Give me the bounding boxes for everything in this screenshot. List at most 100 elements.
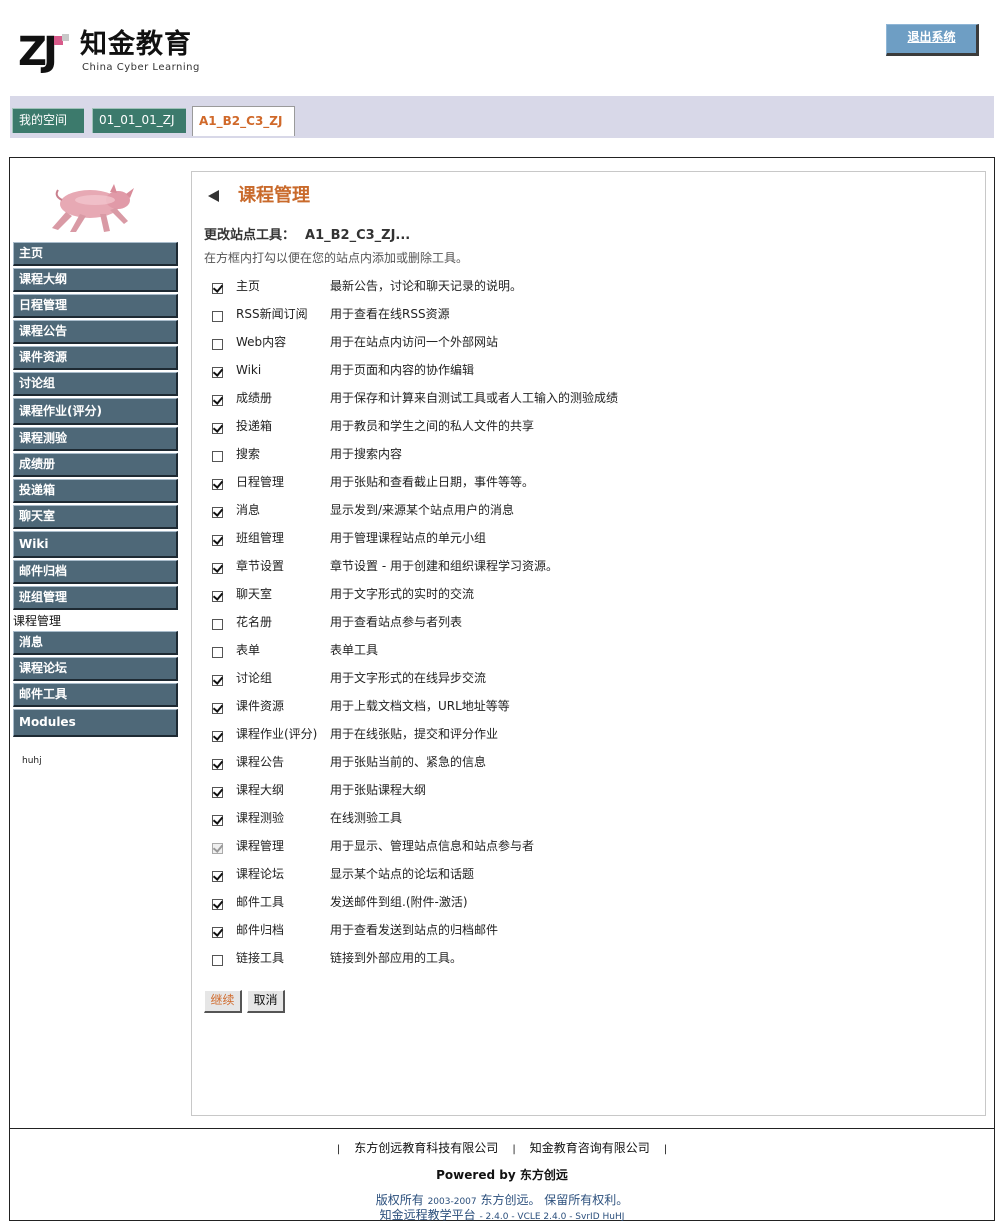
sidebar-item-resources[interactable]: 课件资源 [13, 346, 178, 370]
tool-name: 课件资源 [236, 699, 285, 713]
sidebar-item-groups[interactable]: 班组管理 [13, 586, 178, 610]
sidebar-item-discussion[interactable]: 讨论组 [13, 372, 178, 396]
site-name: A1_B2_C3_ZJ... [305, 228, 411, 243]
tool-checkbox[interactable] [212, 283, 223, 294]
tool-checkbox[interactable] [212, 535, 223, 546]
tool-name: 课程作业(评分) [236, 727, 318, 741]
tool-checkbox[interactable] [212, 815, 223, 826]
sidebar-item-assignments[interactable]: 课程作业(评分) [13, 398, 178, 425]
tool-checkbox[interactable] [212, 339, 223, 350]
sidebar-item-messages[interactable]: 消息 [13, 631, 178, 655]
tool-checkbox[interactable] [212, 899, 223, 910]
tool-row: Wiki 用于页面和内容的协作编辑 [204, 360, 964, 380]
tool-row: 主页 最新公告，讨论和聊天记录的说明。 [204, 276, 964, 296]
tool-row: 课程测验 在线测验工具 [204, 808, 964, 828]
tab-site-01-01-01-zj[interactable]: 01_01_01_ZJ [92, 108, 186, 133]
tool-checkbox[interactable] [212, 675, 223, 686]
tool-checkbox[interactable] [212, 955, 223, 966]
tool-checkbox[interactable] [212, 395, 223, 406]
tool-description: 章节设置 - 用于创建和组织课程学习资源。 [330, 559, 558, 573]
tool-description: 用于保存和计算来自测试工具或者人工输入的测验成绩 [330, 391, 619, 405]
sidebar-item-tests[interactable]: 课程测验 [13, 427, 178, 451]
tool-description: 用于管理课程站点的单元小组 [330, 531, 487, 545]
powered-by: Powered by 东方创远 [10, 1167, 994, 1183]
tool-checkbox[interactable] [212, 423, 223, 434]
tool-row: 花名册 用于查看站点参与者列表 [204, 612, 964, 632]
tool-name: 班组管理 [236, 531, 285, 545]
tab-my-workspace[interactable]: 我的空间 [12, 108, 84, 133]
content-panel: 课程管理 更改站点工具： A1_B2_C3_ZJ... 在方框内打勾以便在您的站点… [191, 171, 986, 1116]
tool-row: 聊天室 用于文字形式的实时的交流 [204, 584, 964, 604]
version-string: - 2.4.0 - VCLE 2.4.0 - SvrID HuHJ [479, 1212, 625, 1222]
logout-label: 退出系统 [907, 30, 956, 44]
footer-link-company1[interactable]: 东方创远教育科技有限公司 [354, 1141, 498, 1155]
logo-chinese-name: 知金教育 [80, 29, 192, 60]
site-tabs-bar: 我的空间 01_01_01_ZJ A1_B2_C3_ZJ [10, 96, 994, 138]
cancel-button[interactable]: 取消 [247, 990, 285, 1013]
tool-description: 最新公告，讨论和聊天记录的说明。 [330, 279, 523, 293]
tool-checkbox[interactable] [212, 451, 223, 462]
sidebar-item-modules[interactable]: Modules [13, 709, 178, 737]
tool-checkbox[interactable] [212, 647, 223, 658]
sidebar-item-mail-tool[interactable]: 邮件工具 [13, 683, 178, 707]
tool-description: 显示某个站点的论坛和话题 [330, 867, 475, 881]
copyright-prefix: 版权所有 [375, 1193, 424, 1207]
tool-checkbox[interactable] [212, 871, 223, 882]
site-pig-image [40, 176, 138, 234]
tool-checkbox[interactable] [212, 479, 223, 490]
tool-checkbox[interactable] [212, 787, 223, 798]
tool-name: 消息 [236, 503, 261, 517]
tool-row: 讨论组 用于文字形式的在线异步交流 [204, 668, 964, 688]
current-user: huhj [22, 756, 42, 766]
sidebar-item-forums[interactable]: 课程论坛 [13, 657, 178, 681]
tool-row: 表单 表单工具 [204, 640, 964, 660]
tool-name: 课程论坛 [236, 867, 285, 881]
tool-checkbox[interactable] [212, 927, 223, 938]
site-logo: ZJ 知金教育 China Cyber Learning [16, 28, 208, 76]
tool-checkbox[interactable] [212, 507, 223, 518]
tool-description: 用于查看在线RSS资源 [330, 307, 450, 321]
tool-description: 在线测验工具 [330, 811, 403, 825]
tool-checkbox[interactable] [212, 731, 223, 742]
powered-by-prefix: Powered by [436, 1168, 520, 1182]
edit-tools-label: 更改站点工具： [204, 228, 296, 243]
tool-row: 课程管理 用于显示、管理站点信息和站点参与者 [204, 836, 964, 856]
sidebar-item-dropbox[interactable]: 投递箱 [13, 479, 178, 503]
footer-link-company2[interactable]: 知金教育咨询有限公司 [530, 1141, 650, 1155]
separator: | [336, 1144, 341, 1155]
tool-description: 用于张贴课程大纲 [330, 783, 427, 797]
tool-description: 表单工具 [330, 643, 379, 657]
main-frame: 主页 课程大纲 日程管理 课程公告 课件资源 讨论组 课程作业(评分) 课程测验… [9, 157, 995, 1222]
tool-description: 用于显示、管理站点信息和站点参与者 [330, 839, 535, 853]
tool-name: Wiki [236, 363, 262, 377]
sidebar-item-schedule[interactable]: 日程管理 [13, 294, 178, 318]
tool-checkbox[interactable] [212, 759, 223, 770]
instructions-text: 在方框内打勾以便在您的站点内添加或删除工具。 [204, 251, 469, 265]
tool-row: 链接工具 链接到外部应用的工具。 [204, 948, 964, 968]
tool-row: 课件资源 用于上载文档文档，URL地址等等 [204, 696, 964, 716]
tool-description: 用于查看发送到站点的归档邮件 [330, 923, 499, 937]
tool-checkbox[interactable] [212, 703, 223, 714]
tool-name: 课程大纲 [236, 783, 285, 797]
copyright-suffix: 东方创远。 保留所有权利。 [480, 1193, 629, 1207]
tab-site-a1-b2-c3-zj-active[interactable]: A1_B2_C3_ZJ [192, 106, 295, 136]
tool-row: 成绩册 用于保存和计算来自测试工具或者人工输入的测验成绩 [204, 388, 964, 408]
tool-name: 课程管理 [236, 839, 285, 853]
continue-button[interactable]: 继续 [204, 990, 242, 1013]
tool-checkbox[interactable] [212, 563, 223, 574]
sidebar-item-syllabus[interactable]: 课程大纲 [13, 268, 178, 292]
tool-checkbox[interactable] [212, 619, 223, 630]
sidebar-item-gradebook[interactable]: 成绩册 [13, 453, 178, 477]
tool-checkbox[interactable] [212, 591, 223, 602]
tool-checkbox[interactable] [212, 311, 223, 322]
sidebar-item-announcements[interactable]: 课程公告 [13, 320, 178, 344]
back-arrow-icon[interactable] [208, 190, 219, 202]
sidebar-item-home[interactable]: 主页 [13, 242, 178, 266]
logout-button[interactable]: 退出系统 [886, 24, 979, 56]
sidebar-item-wiki[interactable]: Wiki [13, 531, 178, 558]
tool-checkbox[interactable] [212, 367, 223, 378]
footer-links: | 东方创远教育科技有限公司 | 知金教育咨询有限公司 | [10, 1140, 994, 1158]
sidebar-item-chat[interactable]: 聊天室 [13, 505, 178, 529]
page-title: 课程管理 [238, 185, 310, 206]
sidebar-item-mail-archive[interactable]: 邮件归档 [13, 560, 178, 584]
